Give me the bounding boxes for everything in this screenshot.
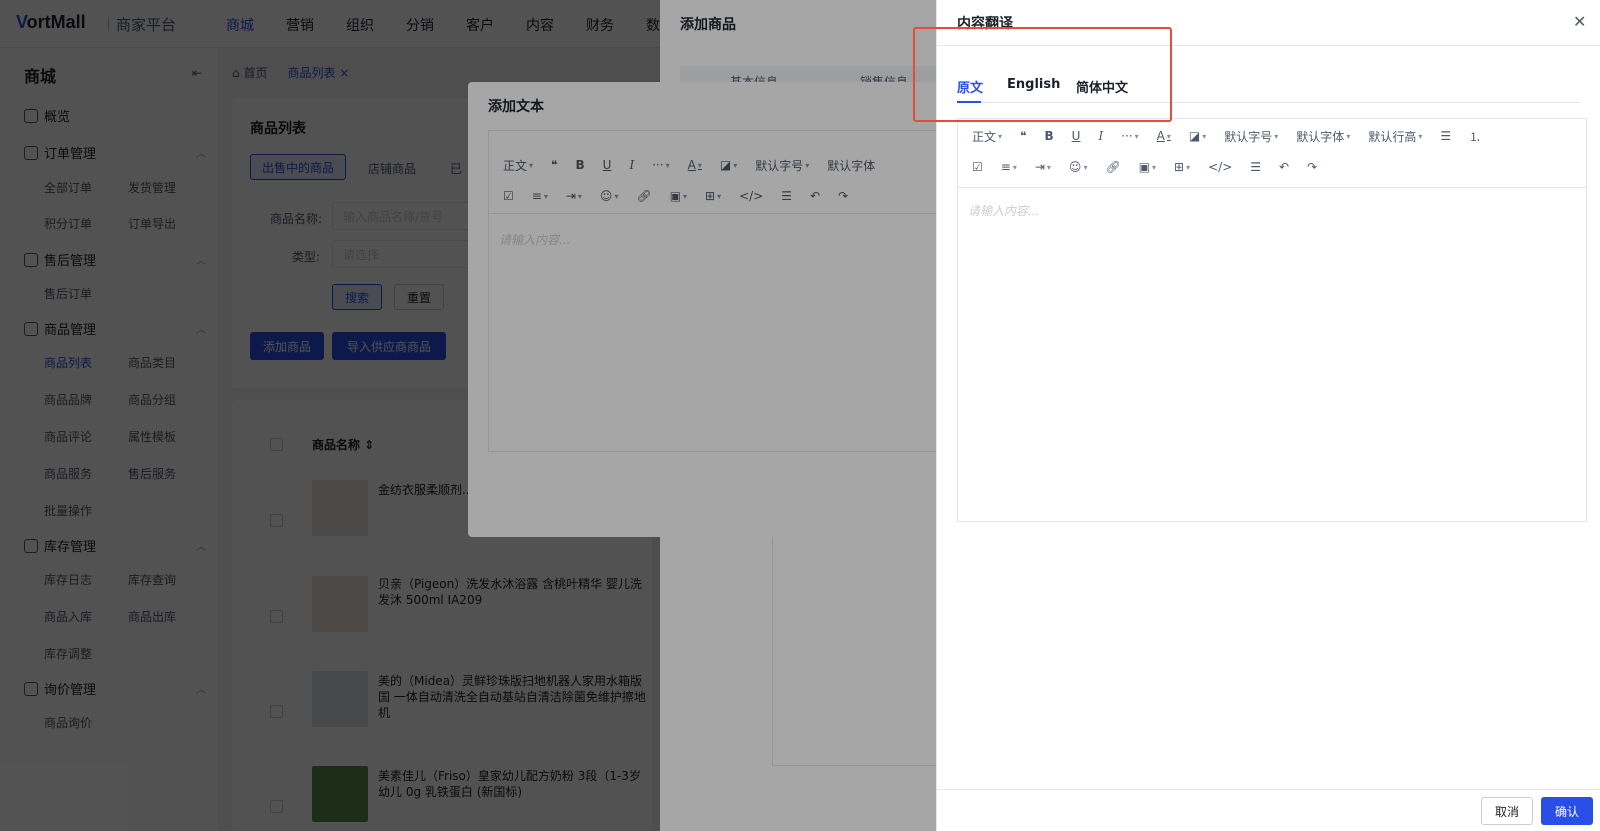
cancel-button[interactable]: 取消 — [1481, 797, 1533, 825]
undo-icon[interactable]: ↶ — [1273, 155, 1295, 179]
font-size-select[interactable]: 默认字号 ▾ — [1218, 124, 1284, 148]
close-icon[interactable]: ✕ — [1573, 12, 1586, 31]
font-family-select[interactable]: 默认字体 ▾ — [1290, 124, 1356, 148]
content-translation-drawer: 内容翻译 ✕ 原文 English 简体中文 正文 ▾ ❝ B U I ··· ▾ … — [936, 0, 1600, 831]
emoji-icon[interactable]: ☺ ▾ — [1063, 155, 1094, 179]
underline-icon[interactable]: U — [1066, 124, 1087, 148]
italic-icon[interactable]: I — [1092, 124, 1109, 148]
paragraph-select[interactable]: 正文 ▾ — [966, 124, 1008, 148]
highlight-box — [913, 27, 1172, 122]
image-icon[interactable]: ▣ ▾ — [1133, 155, 1162, 179]
footer-divider — [937, 789, 1600, 790]
bulleted-list-icon[interactable]: ☰ — [1434, 124, 1457, 148]
toolbar-divider — [958, 187, 1586, 188]
bold-icon[interactable]: B — [1039, 124, 1060, 148]
redo-icon[interactable]: ↷ — [1301, 155, 1323, 179]
code-icon[interactable]: </> — [1202, 155, 1238, 179]
quote-icon[interactable]: ❝ — [1014, 124, 1032, 148]
divider-icon[interactable]: ☰ — [1244, 155, 1267, 179]
link-icon[interactable]: 🔗︎ — [1099, 155, 1126, 179]
modal-mask-2[interactable] — [0, 0, 936, 831]
editor-placeholder[interactable]: 请输入内容... — [968, 202, 1039, 219]
line-height-select[interactable]: 默认行高 ▾ — [1362, 124, 1428, 148]
rich-text-editor: 正文 ▾ ❝ B U I ··· ▾ A ▾ ◪ ▾ 默认字号 ▾ 默认字体 ▾ 默认行高 ▾… — [957, 118, 1587, 522]
table-icon[interactable]: ⊞ ▾ — [1168, 155, 1196, 179]
numbered-list-icon[interactable]: ⒈ — [1463, 124, 1487, 148]
align-icon[interactable]: ≡ ▾ — [995, 155, 1023, 179]
todo-icon[interactable]: ☑ — [966, 155, 989, 179]
editor-toolbar-row-1: 正文 ▾ ❝ B U I ··· ▾ A ▾ ◪ ▾ 默认字号 ▾ 默认字体 ▾ 默认行高 ▾… — [958, 119, 1586, 153]
indent-icon[interactable]: ⇥ ▾ — [1029, 155, 1057, 179]
editor-toolbar-row-2: ☑ ≡ ▾ ⇥ ▾ ☺ ▾ 🔗︎ ▣ ▾ ⊞ ▾ </> ☰ ↶ ↷ — [958, 150, 1586, 184]
font-color-icon[interactable]: A ▾ — [1151, 124, 1177, 148]
bg-color-icon[interactable]: ◪ ▾ — [1183, 124, 1212, 148]
confirm-button[interactable]: 确认 — [1541, 797, 1593, 825]
more-icon[interactable]: ··· ▾ — [1115, 124, 1144, 148]
